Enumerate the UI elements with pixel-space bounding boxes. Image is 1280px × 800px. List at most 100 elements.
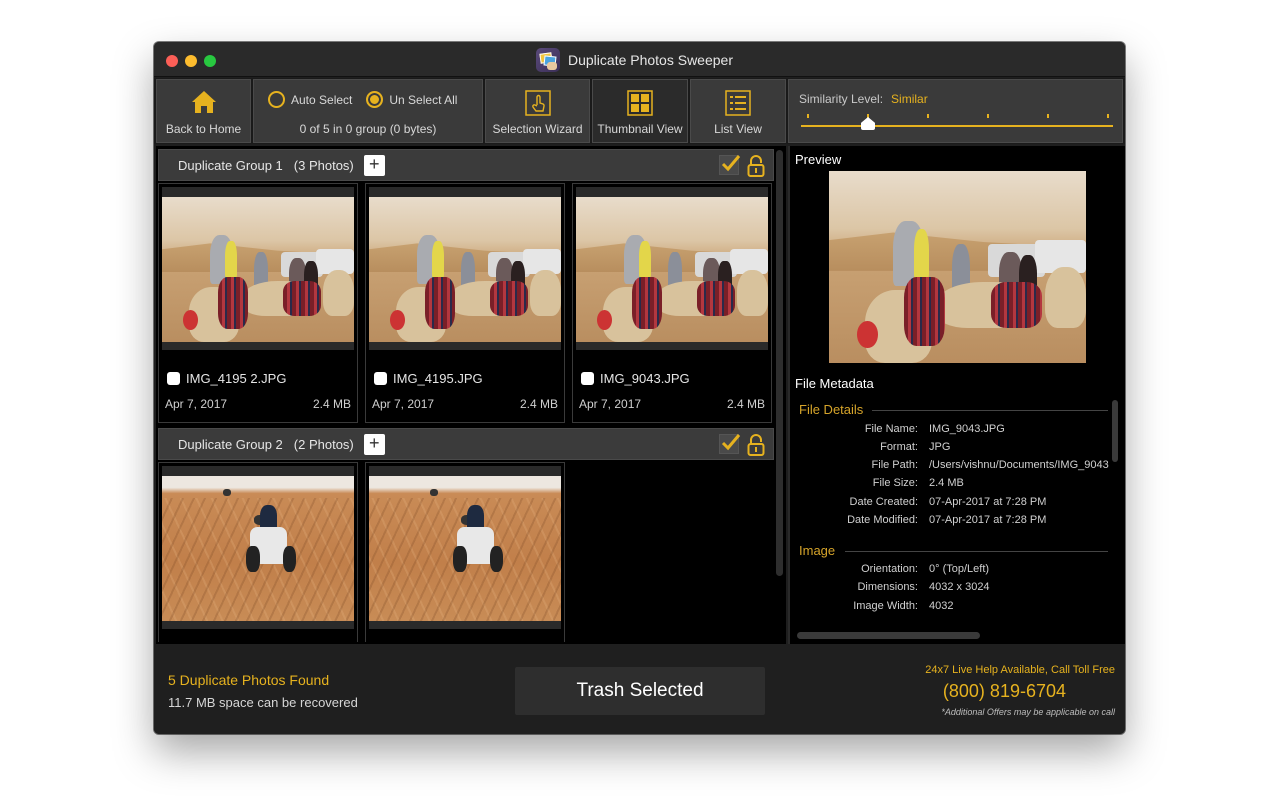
metadata-value: /Users/vishnu/Documents/IMG_9043 xyxy=(929,459,1109,471)
selection-controls: Auto Select Un Select All 0 of 5 in 0 gr… xyxy=(253,79,483,143)
metadata-value: 07-Apr-2017 at 7:28 PM xyxy=(929,514,1047,526)
photo-size: 2.4 MB xyxy=(519,397,558,411)
similarity-value: Similar xyxy=(891,92,928,106)
group-title: Duplicate Group 1 xyxy=(178,157,283,173)
photo-card[interactable]: IMG_4195.JPG Apr 7, 2017 2.4 MB xyxy=(365,183,565,423)
slider-tick xyxy=(807,114,809,118)
metadata-value: 4032 xyxy=(929,600,954,612)
similarity-slider[interactable] xyxy=(801,110,1113,132)
expand-group-button[interactable]: + xyxy=(363,433,385,455)
group-header: Duplicate Group 2 (2 Photos) + xyxy=(158,428,774,460)
selection-summary: 0 of 5 in 0 group (0 bytes) xyxy=(299,122,437,136)
slider-tick xyxy=(1047,114,1049,118)
camel-photo xyxy=(829,171,1086,363)
selection-wizard-button[interactable]: Selection Wizard xyxy=(485,79,590,143)
toolbar: Back to Home Auto Select Un Select All 0… xyxy=(154,78,1125,144)
metadata-key: File Name: xyxy=(864,423,918,435)
preview-title: Preview xyxy=(795,152,842,167)
slider-tick xyxy=(927,114,929,118)
radio-on-icon xyxy=(366,91,384,108)
camel-photo xyxy=(576,197,768,342)
lock-icon[interactable] xyxy=(747,154,765,178)
photo-thumbnail[interactable] xyxy=(369,476,561,621)
back-to-home-label: Back to Home xyxy=(165,122,242,136)
slider-track xyxy=(801,125,1113,127)
similarity-panel: Similarity Level: Similar xyxy=(788,79,1123,143)
photo-checkbox[interactable] xyxy=(167,372,180,385)
group-title: Duplicate Group 2 xyxy=(178,436,283,452)
slider-knob[interactable] xyxy=(861,117,875,130)
back-to-home-button[interactable]: Back to Home xyxy=(156,79,251,143)
app-window: Duplicate Photos Sweeper Back to Home Au… xyxy=(154,42,1125,734)
metadata-key: Date Created: xyxy=(849,496,918,508)
similarity-label: Similarity Level: xyxy=(799,92,884,106)
metadata-key: File Path: xyxy=(871,459,918,471)
grid-icon xyxy=(627,90,653,116)
photo-filename: IMG_4195.JPG xyxy=(393,371,483,386)
metadata-scrollbar-vertical[interactable] xyxy=(1112,400,1118,462)
unselect-all-label: Un Select All xyxy=(389,92,458,107)
selection-wizard-label: Selection Wizard xyxy=(492,122,583,136)
photo-card[interactable]: IMG_9043.JPG Apr 7, 2017 2.4 MB xyxy=(572,183,772,423)
slider-tick xyxy=(987,114,989,118)
photo-thumbnail[interactable] xyxy=(369,197,561,342)
footer: 5 Duplicate Photos Found 11.7 MB space c… xyxy=(154,644,1125,734)
duplicate-groups-pane: Duplicate Group 1 (3 Photos) + IMG_4195 … xyxy=(156,146,786,644)
metadata-value: 2.4 MB xyxy=(929,477,964,489)
photo-filename: IMG_4195 2.JPG xyxy=(186,371,287,386)
auto-select-label: Auto Select xyxy=(291,92,353,107)
minimize-window-button[interactable] xyxy=(185,55,197,67)
photo-card[interactable] xyxy=(158,462,358,642)
preview-image xyxy=(829,171,1086,363)
atv-photo xyxy=(369,476,561,621)
unselect-all-radio[interactable]: Un Select All xyxy=(366,91,457,108)
auto-select-radio[interactable]: Auto Select xyxy=(268,91,352,108)
slider-tick xyxy=(1107,114,1109,118)
metadata-key: Orientation: xyxy=(861,563,918,575)
recoverable-space-text: 11.7 MB space can be recovered xyxy=(168,695,358,710)
photo-checkbox[interactable] xyxy=(374,372,387,385)
photo-thumbnail[interactable] xyxy=(162,476,354,621)
metadata-key: Image Width: xyxy=(853,600,918,612)
checkmark-icon xyxy=(721,434,741,451)
close-window-button[interactable] xyxy=(166,55,178,67)
photo-size: 2.4 MB xyxy=(312,397,351,411)
image-section-title: Image xyxy=(799,543,836,558)
radio-off-icon xyxy=(268,91,285,108)
photo-size: 2.4 MB xyxy=(726,397,765,411)
window-title: Duplicate Photos Sweeper xyxy=(568,52,733,68)
lock-icon[interactable] xyxy=(747,433,765,457)
photo-card[interactable]: IMG_4195 2.JPG Apr 7, 2017 2.4 MB xyxy=(158,183,358,423)
metadata-key: Date Modified: xyxy=(847,514,918,526)
select-group-checkbox[interactable] xyxy=(719,434,741,454)
photo-thumbnail[interactable] xyxy=(576,197,768,342)
trash-selected-button[interactable]: Trash Selected xyxy=(515,667,765,715)
metadata-value: 4032 x 3024 xyxy=(929,581,990,593)
atv-photo xyxy=(162,476,354,621)
metadata-scrollbar-horizontal[interactable] xyxy=(797,632,980,639)
groups-scrollbar[interactable] xyxy=(776,150,783,576)
preview-pane: Preview File Metadata File Details File … xyxy=(788,146,1125,644)
offers-note: *Additional Offers may be applicable on … xyxy=(941,707,1115,717)
photo-checkbox[interactable] xyxy=(581,372,594,385)
title-bar: Duplicate Photos Sweeper xyxy=(154,42,1125,77)
help-text: 24x7 Live Help Available, Call Toll Free xyxy=(925,664,1115,676)
metadata-value: JPG xyxy=(929,441,951,453)
photo-date: Apr 7, 2017 xyxy=(579,397,642,411)
home-icon xyxy=(191,91,216,113)
photo-thumbnail[interactable] xyxy=(162,197,354,342)
metadata-key: Format: xyxy=(880,441,918,453)
thumbnail-view-label: Thumbnail View xyxy=(597,122,683,136)
camel-photo xyxy=(162,197,354,342)
expand-group-button[interactable]: + xyxy=(363,154,385,176)
metadata-value: IMG_9043.JPG xyxy=(929,423,1005,435)
app-icon xyxy=(536,48,560,72)
zoom-window-button[interactable] xyxy=(204,55,216,67)
list-view-button[interactable]: List View xyxy=(690,79,786,143)
metadata-value: 07-Apr-2017 at 7:28 PM xyxy=(929,496,1047,508)
group-count: (3 Photos) xyxy=(293,157,354,173)
photo-card[interactable] xyxy=(365,462,565,642)
list-icon xyxy=(725,90,751,116)
thumbnail-view-button[interactable]: Thumbnail View xyxy=(592,79,688,143)
select-group-checkbox[interactable] xyxy=(719,155,741,175)
